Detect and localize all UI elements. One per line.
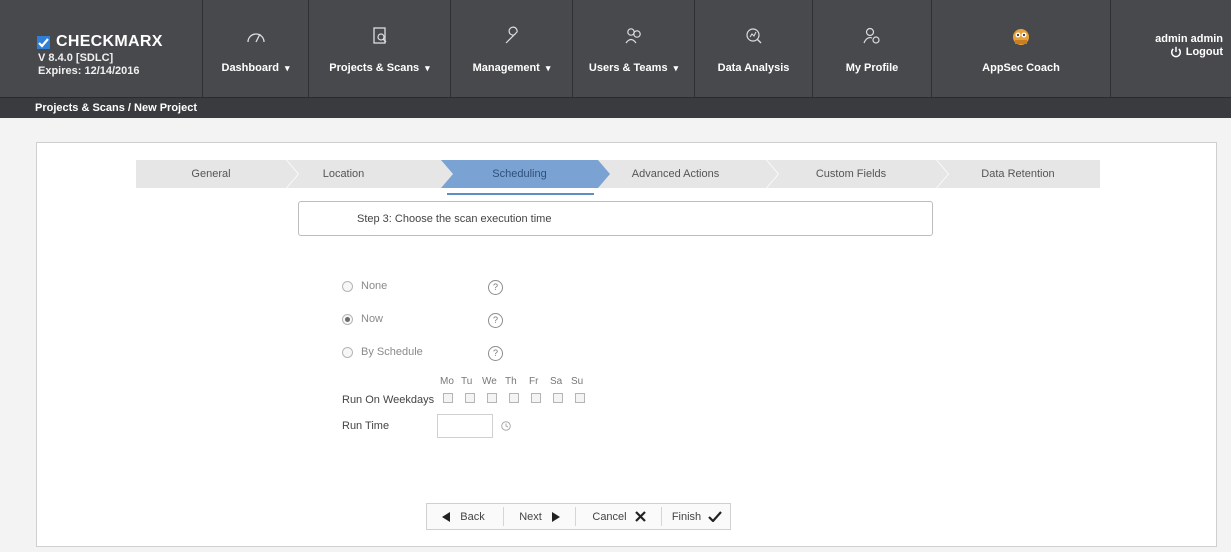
checkbox-mo[interactable]: [443, 393, 453, 403]
finish-label: Finish: [671, 510, 702, 523]
nav-management[interactable]: Management ▾: [451, 0, 573, 97]
day-fr-label: Fr: [529, 376, 539, 387]
chevron-down-icon: ▾: [545, 63, 551, 73]
owl-icon: [1013, 29, 1029, 45]
nav-appsec-coach[interactable]: AppSec Coach: [932, 0, 1110, 97]
cancel-button[interactable]: Cancel: [579, 504, 659, 529]
help-icon[interactable]: ?: [488, 280, 503, 295]
step-location[interactable]: Location: [286, 160, 401, 188]
wrench-icon: [505, 26, 518, 44]
chevron-down-icon: ▾: [673, 63, 679, 73]
radio-now[interactable]: [342, 313, 353, 325]
checkbox-fr[interactable]: [531, 393, 541, 403]
checkmarx-mark-icon: [37, 35, 50, 49]
nav-users-teams[interactable]: Users & Teams ▾: [573, 0, 695, 97]
chevron-down-icon: ▾: [425, 63, 430, 73]
checkbox-su[interactable]: [575, 393, 585, 403]
arrow-left-icon: [442, 511, 451, 522]
day-mo-label: Mo: [440, 376, 454, 387]
checkbox-we[interactable]: [487, 393, 497, 403]
button-divider: [575, 507, 576, 526]
data-analysis-icon: [745, 28, 761, 44]
nav-dashboard-label: Dashboard: [221, 62, 279, 74]
brand-name: CHECKMARX: [56, 33, 163, 50]
run-time-label: Run Time: [342, 420, 390, 432]
nav-appsec-coach-label: AppSec Coach: [982, 62, 1060, 74]
nav-data-analysis[interactable]: Data Analysis: [695, 0, 813, 97]
nav-management-label: Management: [472, 62, 540, 74]
projects-icon: [372, 27, 386, 44]
day-su-label: Su: [571, 376, 584, 387]
step-general[interactable]: General: [136, 160, 286, 188]
nav-projects-scans[interactable]: Projects & Scans ▾: [309, 0, 451, 97]
breadcrumb: Projects & Scans / New Project: [0, 97, 1231, 119]
nav-data-analysis-label: Data Analysis: [717, 62, 790, 74]
checkbox-tu[interactable]: [465, 393, 475, 403]
cancel-label: Cancel: [592, 510, 627, 523]
button-divider: [661, 507, 662, 526]
day-sa-label: Sa: [550, 376, 563, 387]
chevron-down-icon: ▾: [284, 63, 290, 73]
expires-text: Expires: 12/14/2016: [38, 65, 140, 77]
version-text: V 8.4.0 [SDLC]: [38, 52, 114, 64]
nav-users-label: Users & Teams: [588, 62, 668, 74]
nav-dashboard[interactable]: Dashboard ▾: [203, 0, 309, 97]
close-icon: [634, 511, 646, 522]
nav-projects-label: Projects & Scans: [329, 62, 420, 74]
finish-button[interactable]: Finish: [663, 504, 731, 529]
user-area: admin admin Logout: [1110, 0, 1231, 97]
brand-area[interactable]: CHECKMARX V 8.4.0 [SDLC] Expires: 12/14/…: [0, 0, 203, 97]
step-title: Step 3: Choose the scan execution time: [357, 213, 552, 225]
step-title-box: Step 3: Choose the scan execution time: [298, 201, 933, 236]
button-divider: [503, 507, 504, 526]
day-th-label: Th: [505, 376, 517, 387]
nav-my-profile[interactable]: My Profile: [813, 0, 932, 97]
profile-gear-icon: [863, 27, 880, 44]
logout-label: Logout: [1185, 46, 1223, 58]
power-icon: [1170, 46, 1181, 58]
radio-none-row[interactable]: None: [342, 278, 387, 294]
back-label: Back: [460, 510, 485, 523]
run-time-input[interactable]: [437, 414, 493, 438]
logout-button[interactable]: Logout: [1170, 46, 1223, 58]
username: admin admin: [1155, 33, 1223, 45]
checkmarx-logo: CHECKMARX: [37, 33, 163, 51]
radio-now-label: Now: [361, 313, 384, 325]
back-button[interactable]: Back: [427, 504, 499, 529]
step-advanced-actions[interactable]: Advanced Actions: [598, 160, 753, 188]
top-navigation-bar: CHECKMARX V 8.4.0 [SDLC] Expires: 12/14/…: [0, 0, 1231, 97]
checkmark-icon: [708, 511, 722, 522]
active-step-indicator: [447, 193, 594, 195]
next-label: Next: [519, 510, 542, 523]
breadcrumb-text: Projects & Scans / New Project: [35, 102, 198, 114]
radio-none-label: None: [361, 280, 388, 292]
run-on-weekdays-label: Run On Weekdays: [342, 394, 435, 406]
day-tu-label: Tu: [461, 376, 473, 387]
help-icon[interactable]: ?: [488, 313, 503, 328]
radio-by-schedule[interactable]: [342, 346, 353, 358]
help-icon[interactable]: ?: [488, 346, 503, 361]
arrow-right-icon: [551, 511, 560, 522]
wizard-steps: General Location Scheduling Advanced Act…: [136, 160, 1100, 188]
radio-none[interactable]: [342, 280, 353, 292]
radio-now-row[interactable]: Now: [342, 311, 383, 327]
step-custom-fields[interactable]: Custom Fields: [766, 160, 936, 188]
checkbox-th[interactable]: [509, 393, 519, 403]
next-button[interactable]: Next: [507, 504, 573, 529]
step-data-retention[interactable]: Data Retention: [936, 160, 1100, 188]
nav-my-profile-label: My Profile: [845, 62, 899, 74]
step-scheduling[interactable]: Scheduling: [441, 160, 598, 188]
radio-by-schedule-row[interactable]: By Schedule: [342, 344, 423, 360]
checkbox-sa[interactable]: [553, 393, 563, 403]
wizard-button-bar: Back Next Cancel Finish: [426, 503, 731, 530]
clock-icon[interactable]: [501, 421, 511, 431]
users-icon: [625, 28, 641, 44]
gauge-icon: [246, 33, 265, 43]
day-we-label: We: [482, 376, 497, 387]
radio-by-schedule-label: By Schedule: [361, 346, 423, 358]
